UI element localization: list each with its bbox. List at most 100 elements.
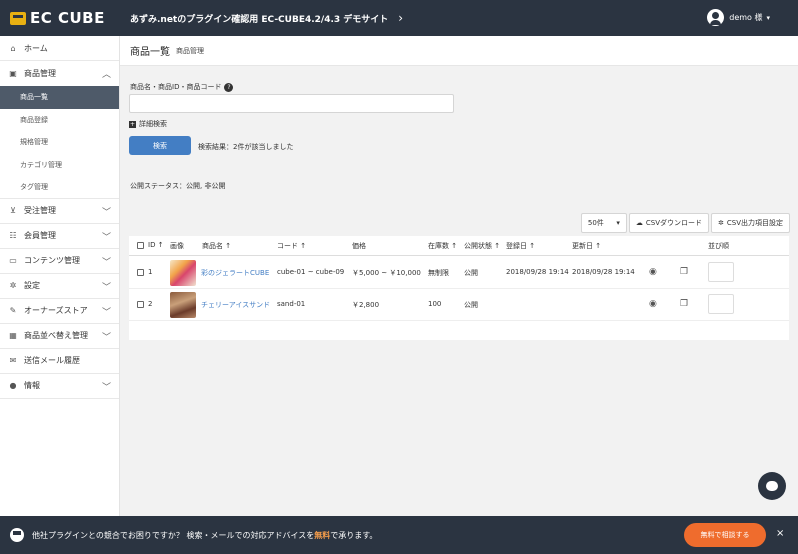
th-label: 更新日 (572, 242, 593, 250)
sidebar-subitem-tag[interactable]: タグ管理 (0, 176, 119, 199)
product-id: 2 (148, 300, 153, 308)
chevron-right-icon[interactable]: › (398, 11, 403, 25)
sort-order-input[interactable] (708, 294, 734, 314)
sidebar-item-mail-history[interactable]: ✉ 送信メール履歴 (0, 349, 119, 374)
sidebar-item-settings[interactable]: ✲ 設定 ﹀ (0, 274, 119, 299)
chevron-down-icon[interactable]: ﹀ (102, 230, 111, 243)
sidebar-subitem-category[interactable]: カテゴリ管理 (0, 154, 119, 177)
per-page-value: 50件 (587, 219, 604, 227)
banner-text-main: 他社プラグインとの競合でお困りですか？ 検索・メールでの対応アドバイスを (32, 530, 315, 540)
advanced-search-label: 詳細検索 (139, 120, 167, 128)
sort-icon: ↑ (494, 242, 501, 250)
sidebar-item-products[interactable]: ▣ 商品管理 ︿ (0, 61, 119, 86)
chevron-down-icon[interactable]: ﹀ (102, 255, 111, 268)
th-status[interactable]: 公開状態 ↑ (464, 241, 500, 251)
per-page-select[interactable]: 50件 ▾ (580, 213, 627, 233)
sort-icon: ↑ (595, 242, 602, 250)
chevron-down-icon: ▾ (616, 219, 620, 227)
chevron-down-icon[interactable]: ﹀ (102, 280, 111, 293)
sort-icon: ↑ (157, 241, 164, 249)
sidebar-subitem-product-register[interactable]: 商品登録 (0, 109, 119, 132)
select-all-checkbox[interactable] (137, 242, 144, 249)
row-checkbox[interactable] (137, 301, 144, 308)
th-label: 公開状態 (464, 242, 492, 250)
page-subtitle: 商品管理 (176, 46, 204, 55)
th-updated[interactable]: 更新日 ↑ (572, 241, 601, 251)
gear-icon: ✲ (9, 281, 17, 290)
sidebar-item-label: 送信メール履歴 (24, 356, 80, 365)
sidebar-item-orders[interactable]: ⊻ 受注管理 ﹀ (0, 199, 119, 224)
preview-eye-icon[interactable]: ◉ (649, 267, 657, 277)
th-sort-order: 並び順 (708, 242, 729, 250)
document-icon: ▭ (9, 256, 17, 265)
main-content: 商品一覧 商品管理 商品名・商品ID・商品コード ? + 詳細検索 検索 検索結… (120, 36, 798, 516)
th-price: 価格 (352, 242, 366, 250)
th-label: ID (148, 241, 156, 249)
user-menu[interactable]: demo 様 ▾ (707, 9, 770, 26)
chevron-up-icon[interactable]: ︿ (102, 67, 111, 80)
support-banner: 他社プラグインとの競合でお困りですか？ 検索・メールでの対応アドバイスを無料で承… (0, 516, 798, 554)
product-table: ID ↑ 画像 商品名 ↑ コード ↑ 価格 在庫数 ↑ 公開状態 ↑ 登録日 … (129, 236, 789, 340)
logo-text: EC CUBE (30, 9, 105, 27)
free-consult-button[interactable]: 無料で相談する (684, 523, 766, 547)
chat-button[interactable] (758, 472, 786, 500)
sidebar-item-info[interactable]: ● 情報 ﹀ (0, 374, 119, 399)
sort-order-input[interactable] (708, 262, 734, 282)
th-created[interactable]: 登録日 ↑ (506, 241, 535, 251)
users-icon: ☷ (9, 231, 17, 240)
table-header: ID ↑ 画像 商品名 ↑ コード ↑ 価格 在庫数 ↑ 公開状態 ↑ 登録日 … (129, 236, 789, 256)
sidebar-item-label: 情報 (24, 381, 40, 390)
close-icon[interactable]: × (776, 528, 784, 539)
sidebar-item-customers[interactable]: ☷ 会員管理 ﹀ (0, 224, 119, 249)
copy-icon[interactable]: ❐ (680, 299, 688, 309)
product-thumbnail[interactable] (170, 260, 196, 286)
cart-icon: ⊻ (10, 206, 16, 215)
csv-download-button[interactable]: ☁ CSVダウンロード (628, 213, 709, 233)
product-name-link[interactable]: チェリーアイスサンド (201, 300, 270, 310)
search-button[interactable]: 検索 (129, 136, 191, 155)
th-id[interactable]: ID ↑ (148, 241, 164, 249)
gear-icon: ✲ (718, 219, 724, 227)
product-id: 1 (148, 268, 153, 276)
sidebar-item-label: ホーム (24, 43, 48, 53)
search-input[interactable] (129, 94, 454, 113)
chevron-down-icon[interactable]: ﹀ (102, 205, 111, 218)
sidebar-subitem-class[interactable]: 規格管理 (0, 131, 119, 154)
chevron-down-icon[interactable]: ﹀ (102, 330, 111, 343)
product-thumbnail[interactable] (170, 292, 196, 318)
chevron-down-icon[interactable]: ﹀ (102, 380, 111, 393)
mail-icon: ✉ (9, 356, 17, 365)
cube-logo-icon (10, 11, 26, 25)
sidebar-item-content[interactable]: ▭ コンテンツ管理 ﹀ (0, 249, 119, 274)
help-icon[interactable]: ? (224, 82, 234, 92)
sidebar-subitem-product-list[interactable]: 商品一覧 (0, 86, 119, 109)
cloud-download-icon: ☁ (635, 219, 643, 227)
product-status: 公開 (464, 269, 478, 277)
product-status: 公開 (464, 301, 478, 309)
page-title: 商品一覧 (130, 47, 170, 58)
preview-eye-icon[interactable]: ◉ (649, 299, 657, 309)
sidebar-item-product-sort[interactable]: ▦ 商品並べ替え管理 ﹀ (0, 324, 119, 349)
sort-icon: ↑ (225, 242, 232, 250)
th-stock[interactable]: 在庫数 ↑ (428, 241, 457, 251)
advanced-search-toggle[interactable]: + 詳細検索 (129, 119, 167, 129)
sort-icon: ▦ (9, 331, 17, 340)
th-image: 画像 (170, 242, 184, 250)
th-code[interactable]: コード ↑ (277, 241, 306, 251)
banner-highlight: 無料 (314, 530, 331, 540)
ec-cube-logo[interactable]: EC CUBE (0, 0, 122, 36)
copy-icon[interactable]: ❐ (680, 267, 688, 277)
th-name[interactable]: 商品名 ↑ (202, 241, 231, 251)
th-label: 在庫数 (428, 242, 449, 250)
sidebar-item-owners-store[interactable]: ✎ オーナーズストア ﹀ (0, 299, 119, 324)
site-title[interactable]: あずみ.netのプラグイン確認用 EC-CUBE4.2/4.3 デモサイト (130, 12, 388, 25)
table-toolbar: 50件 ▾ ☁ CSVダウンロード ✲ CSV出力項目設定 (580, 213, 790, 233)
csv-settings-button[interactable]: ✲ CSV出力項目設定 (711, 213, 790, 233)
chat-bubble-icon (766, 481, 778, 491)
table-row: 1 彩のジェラートCUBE cube-01 ~ cube-09 ￥5,000 ~… (129, 257, 789, 289)
sidebar-item-home[interactable]: ⌂ ホーム (0, 36, 119, 61)
chevron-down-icon[interactable]: ﹀ (102, 305, 111, 318)
sidebar-item-label: 会員管理 (24, 231, 56, 240)
row-checkbox[interactable] (137, 269, 144, 276)
product-name-link[interactable]: 彩のジェラートCUBE (201, 268, 269, 278)
